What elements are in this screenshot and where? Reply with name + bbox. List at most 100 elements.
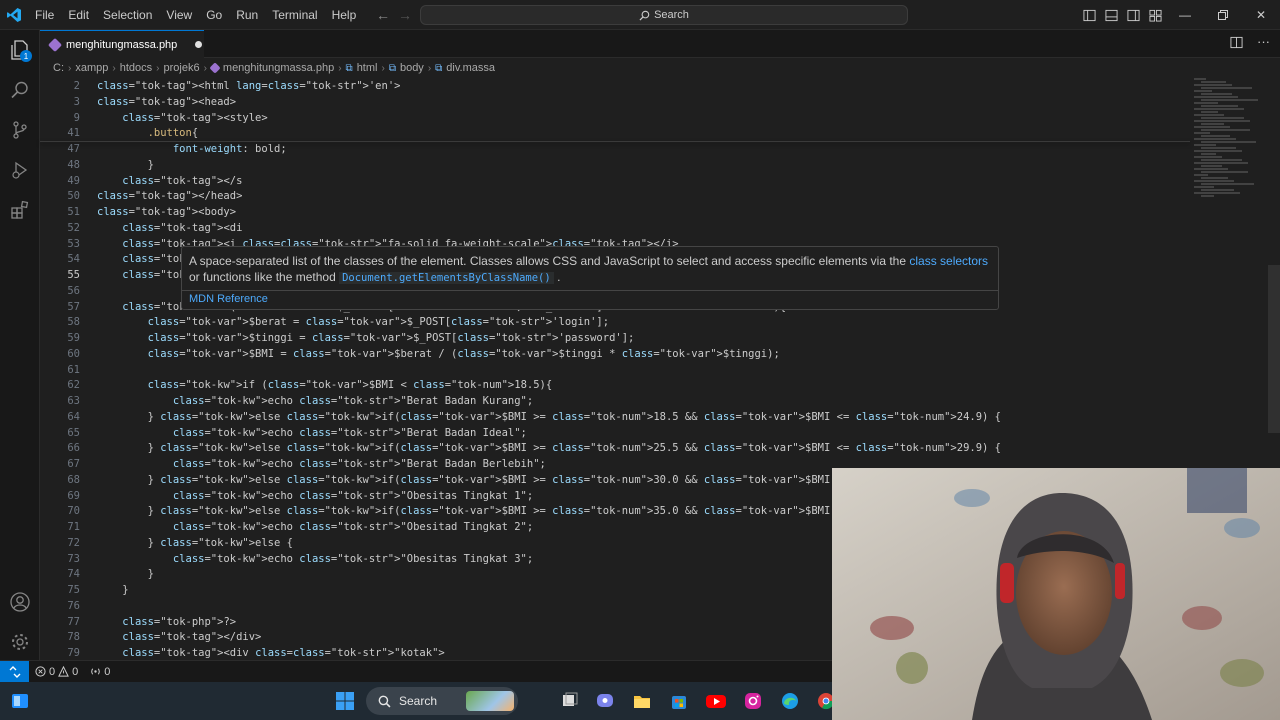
menu-go[interactable]: Go	[199, 0, 229, 30]
run-debug-icon[interactable]	[0, 150, 40, 190]
breadcrumb-item[interactable]: div.massa	[446, 62, 495, 74]
line-number: 47	[67, 143, 80, 155]
code-line[interactable]: }	[97, 157, 154, 173]
menu-edit[interactable]: Edit	[61, 0, 96, 30]
menu-terminal[interactable]: Terminal	[265, 0, 324, 30]
code-line[interactable]: class="tok-tag"></div>	[97, 629, 261, 645]
code-line[interactable]: font-weight: bold;	[97, 141, 287, 157]
code-line[interactable]: } class="tok-kw">else class="tok-kw">if(…	[97, 440, 1001, 456]
unsaved-dot-icon[interactable]	[195, 41, 203, 48]
minimap[interactable]	[1190, 78, 1266, 203]
taskbar-search-label: Search	[399, 694, 438, 708]
code-line[interactable]: }	[97, 566, 154, 582]
breadcrumb-item[interactable]: menghitungmassa.php	[223, 62, 334, 74]
code-line[interactable]: class="tok-var">$BMI = class="tok-var">$…	[97, 346, 780, 362]
menu-run[interactable]: Run	[229, 0, 265, 30]
code-line[interactable]: } class="tok-kw">else {	[97, 535, 293, 551]
split-editor-icon[interactable]	[1230, 36, 1243, 54]
task-view-icon[interactable]	[558, 689, 582, 713]
forward-arrow-icon[interactable]: →	[394, 7, 416, 23]
vertical-scrollbar[interactable]	[1268, 265, 1280, 433]
source-control-icon[interactable]	[0, 110, 40, 150]
minimap-line	[1201, 87, 1252, 89]
youtube-icon[interactable]	[704, 689, 728, 713]
menu-file[interactable]: File	[28, 0, 61, 30]
breadcrumb-item[interactable]: C:	[53, 62, 64, 74]
command-center-search[interactable]: Search	[420, 5, 908, 25]
code-line[interactable]: class="tok-php">?>	[97, 614, 236, 630]
error-count: 0	[49, 665, 56, 678]
customize-layout-icon[interactable]	[1144, 4, 1166, 26]
breadcrumb-item[interactable]: html	[357, 62, 378, 74]
problems-indicator[interactable]: 0 0	[29, 666, 84, 678]
instagram-icon[interactable]	[741, 689, 765, 713]
code-line[interactable]: class="tok-tag"><di	[97, 220, 242, 236]
code-line[interactable]: class="tok-kw">echo class="tok-str">"Obe…	[97, 488, 533, 504]
code-line[interactable]: class="tok-tag"><body>	[97, 204, 236, 220]
line-number: 53	[67, 237, 80, 250]
code-line[interactable]: class="tok-kw">echo class="tok-str">"Ber…	[97, 425, 527, 441]
line-number: 3	[73, 95, 80, 108]
code-line[interactable]: class="tok-tag"><head>	[97, 94, 236, 110]
minimap-line	[1194, 78, 1206, 80]
code-line[interactable]: class="tok-var">$berat = class="tok-var"…	[97, 314, 610, 330]
edge-browser-icon[interactable]	[778, 689, 802, 713]
code-line[interactable]: class="tok-tag"></head>	[97, 188, 242, 204]
code-line[interactable]: class="tok-tag"><html lang=class="tok-st…	[97, 78, 400, 94]
code-line[interactable]: class="tok-var">$tinggi = class="tok-var…	[97, 330, 635, 346]
mdn-reference-link[interactable]: MDN Reference	[189, 293, 268, 305]
ports-indicator[interactable]: 0	[84, 666, 116, 678]
microsoft-store-icon[interactable]	[667, 689, 691, 713]
more-actions-icon[interactable]: ···	[1257, 35, 1270, 54]
search-sidebar-icon[interactable]	[0, 70, 40, 110]
class-selectors-link[interactable]: class selectors	[909, 254, 988, 268]
toggle-secondary-sidebar-icon[interactable]	[1122, 4, 1144, 26]
warning-icon	[58, 666, 70, 677]
code-line[interactable]: class="tok-kw">echo class="tok-str">"Ber…	[97, 456, 546, 472]
breadcrumb-item[interactable]: projek6	[163, 62, 199, 74]
minimap-line	[1194, 162, 1248, 164]
code-line[interactable]: class="tok-kw">echo class="tok-str">"Obe…	[97, 551, 533, 567]
file-explorer-icon[interactable]	[630, 689, 654, 713]
tab-menghitungmassa[interactable]: menghitungmassa.php	[40, 30, 204, 58]
toggle-primary-sidebar-icon[interactable]	[1078, 4, 1100, 26]
teams-chat-icon[interactable]	[593, 689, 617, 713]
line-number: 65	[67, 426, 80, 439]
explorer-icon[interactable]: 1	[0, 30, 40, 70]
taskbar-search[interactable]: Search	[366, 687, 518, 715]
widgets-icon[interactable]	[8, 689, 32, 713]
php-file-icon	[209, 62, 221, 74]
toggle-panel-icon[interactable]	[1100, 4, 1122, 26]
code-line[interactable]: class="tok-tag"><div class=class="tok-st…	[97, 645, 444, 661]
activity-bar: 1	[0, 30, 40, 660]
manage-gear-icon[interactable]	[0, 622, 40, 662]
code-line[interactable]: } class="tok-kw">else class="tok-kw">if(…	[97, 409, 1001, 425]
breadcrumb-item[interactable]: xampp	[75, 62, 108, 74]
menu-view[interactable]: View	[159, 0, 199, 30]
code-line[interactable]: .button{	[97, 125, 199, 141]
line-number: 55	[67, 269, 80, 281]
minimize-window-icon[interactable]: —	[1166, 0, 1204, 30]
menu-help[interactable]: Help	[325, 0, 364, 30]
restore-window-icon[interactable]	[1204, 0, 1242, 30]
windows-start-icon[interactable]	[333, 689, 357, 713]
breadcrumb-item[interactable]: body	[400, 62, 424, 74]
code-line[interactable]: class="tok-kw">echo class="tok-str">"Obe…	[97, 519, 533, 535]
code-line[interactable]: class="tok-tag"></s	[97, 173, 242, 189]
code-line[interactable]: class="tok-tag"><style>	[97, 110, 267, 126]
menu-selection[interactable]: Selection	[96, 0, 159, 30]
close-window-icon[interactable]: ✕	[1242, 0, 1280, 30]
minimap-line	[1194, 186, 1214, 188]
back-arrow-icon[interactable]: ←	[372, 7, 394, 23]
line-number: 58	[67, 316, 80, 329]
line-number: 57	[67, 300, 80, 313]
breadcrumb-item[interactable]: htdocs	[120, 62, 152, 74]
remote-indicator-icon[interactable]	[0, 660, 29, 683]
code-line[interactable]: class="tok-kw">if (class="tok-var">$BMI …	[97, 377, 553, 393]
html-element-icon: ⧉	[345, 62, 353, 74]
extensions-icon[interactable]	[0, 190, 40, 230]
code-line[interactable]: }	[97, 582, 128, 598]
code-line[interactable]: class="tok-kw">echo class="tok-str">"Ber…	[97, 393, 533, 409]
breadcrumb-separator-icon: ›	[68, 62, 72, 74]
accounts-icon[interactable]	[0, 582, 40, 622]
